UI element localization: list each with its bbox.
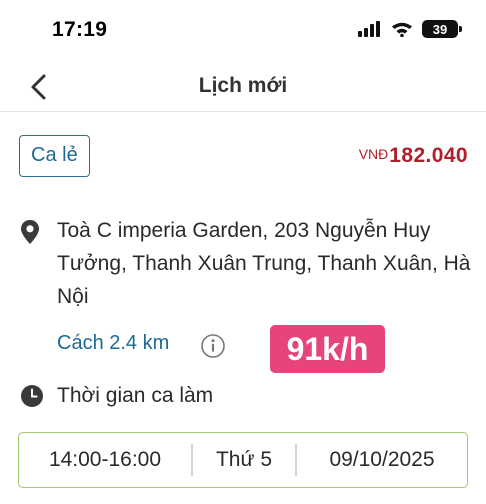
- nav-bar: Lịch mới: [0, 62, 486, 112]
- speed-badge: 91k/h: [270, 325, 385, 373]
- signal-icon: [358, 21, 380, 37]
- price-currency: VNĐ: [358, 146, 389, 162]
- wifi-icon: [392, 22, 412, 37]
- shift-type-tag: Ca lẻ: [19, 135, 90, 177]
- shift-price: VNĐ 182.040: [359, 144, 468, 168]
- shift-time-box: 14:00-16:00 Thứ 5 09/10/2025: [18, 432, 468, 488]
- address-text: Toà C imperia Garden, 203 Nguyễn Huy Tưở…: [57, 219, 471, 308]
- info-icon[interactable]: [200, 333, 226, 359]
- distance-text: Cách 2.4 km: [57, 332, 170, 354]
- work-time-label: Thời gian ca làm: [57, 384, 214, 407]
- page-title: Lịch mới: [198, 74, 288, 97]
- price-value: 182.040: [389, 144, 468, 167]
- clock-icon: [21, 385, 43, 407]
- shift-time-range: 14:00-16:00: [48, 448, 162, 471]
- status-icons: 39: [358, 20, 462, 38]
- location-pin-icon: [21, 220, 39, 244]
- shift-date: 09/10/2025: [329, 448, 435, 471]
- shift-weekday: Thứ 5: [215, 448, 273, 471]
- status-time: 17:19: [52, 18, 108, 41]
- status-bar: 17:19 39: [0, 0, 486, 62]
- battery-icon: 39: [422, 20, 462, 38]
